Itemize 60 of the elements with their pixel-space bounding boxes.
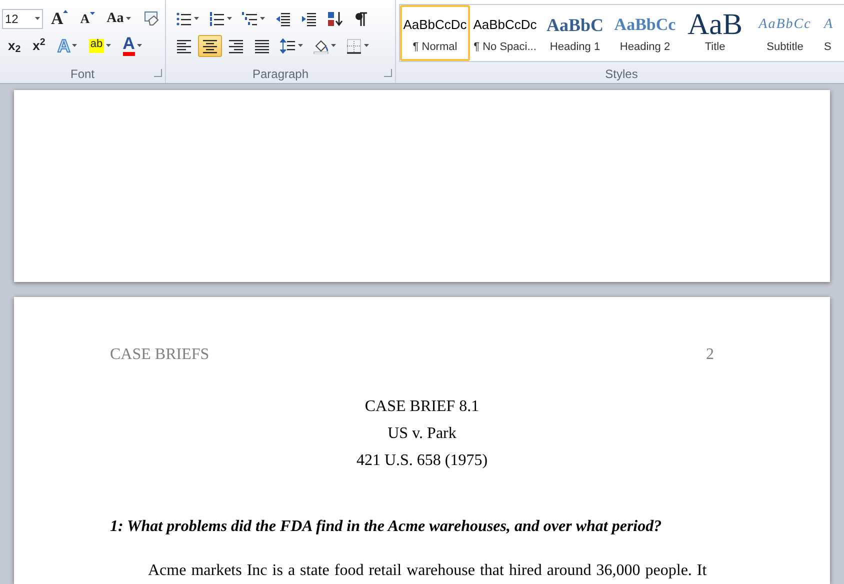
page-number: 2 <box>706 345 714 363</box>
increase-indent-icon <box>301 10 317 26</box>
toolbar-button[interactable]: A <box>76 8 99 30</box>
title-line: 421 U.S. 658 (1975) <box>356 451 488 471</box>
sort-icon <box>327 10 343 26</box>
toolbar-button[interactable]: A <box>118 34 146 56</box>
style-preview: AaBbCc <box>758 16 812 34</box>
title-line: CASE BRIEF 8.1 <box>364 397 480 417</box>
caret-icon <box>35 17 40 20</box>
text-effects-icon: A <box>57 36 70 54</box>
clear-formatting-icon <box>142 10 159 26</box>
grow-font-icon: A <box>51 10 64 27</box>
align-center-icon <box>202 38 218 54</box>
numbered-list-icon <box>209 10 225 26</box>
style-button[interactable]: A S <box>820 5 842 61</box>
toolbar-button[interactable] <box>198 34 222 56</box>
align-left-icon <box>176 38 192 54</box>
superscript-icon: x$^{2}$ <box>32 39 46 52</box>
style-preview: AaB <box>688 11 742 39</box>
paint-bucket-icon <box>313 38 329 54</box>
bullet-list-icon <box>176 10 192 26</box>
multilevel-list-icon <box>242 10 258 26</box>
body-paragraph: Acme markets Inc is a state food retail warehouse that hired around 36,000 people. It <box>147 561 708 581</box>
toolbar-button[interactable]: A <box>47 8 72 30</box>
down-arrow-icon <box>90 12 95 15</box>
group-label: Font <box>70 66 94 83</box>
group-label: Paragraph <box>252 66 309 83</box>
highlighter-icon: ab <box>89 38 104 52</box>
toolbar-button[interactable]: Aa <box>102 8 135 30</box>
style-preview: AaBbCcDc <box>473 16 537 34</box>
dialog-launcher-icon[interactable] <box>154 69 162 77</box>
up-arrow-icon <box>63 10 68 13</box>
toolbar-button[interactable]: ab <box>85 34 115 56</box>
page-header: CASE BRIEFS <box>110 345 210 363</box>
style-button[interactable]: AaBbCc Subtitle <box>750 5 820 61</box>
toolbar-button[interactable]: x$_{2}$ <box>4 34 25 56</box>
style-button[interactable]: AaBbC Heading 1 <box>540 5 610 61</box>
decrease-indent-icon <box>275 10 291 26</box>
change-case-icon: Aa <box>106 12 124 26</box>
style-button[interactable]: AaBbCcDc ¶ Normal <box>400 5 470 61</box>
title-line: US v. Park <box>388 424 456 444</box>
line-spacing-icon <box>280 38 296 54</box>
group-label: Styles <box>605 66 638 83</box>
toolbar-button[interactable]: x$^{2}$ <box>28 34 50 56</box>
justify-icon <box>254 38 270 54</box>
style-button[interactable]: AaB Title <box>680 5 750 61</box>
style-button[interactable]: AaBbCc Heading 2 <box>610 5 680 61</box>
style-preview: A <box>824 16 834 34</box>
style-button[interactable]: AaBbCcDc ¶ No Spaci... <box>470 5 540 61</box>
borders-icon <box>346 38 362 54</box>
style-preview: AaBbCc <box>614 14 676 36</box>
font-size-field[interactable]: 12 <box>2 8 43 28</box>
style-preview: AaBbC <box>546 14 604 37</box>
align-right-icon <box>228 38 244 54</box>
pilcrow-icon <box>353 10 369 26</box>
dialog-launcher-icon[interactable] <box>384 69 392 77</box>
shrink-font-icon: A <box>80 12 90 25</box>
subscript-icon: x$_{2}$ <box>8 39 21 52</box>
style-preview: AaBbCcDc <box>403 16 467 34</box>
question-text: 1: What problems did the FDA find in the Acme warehouses, and over what period? <box>110 517 663 537</box>
